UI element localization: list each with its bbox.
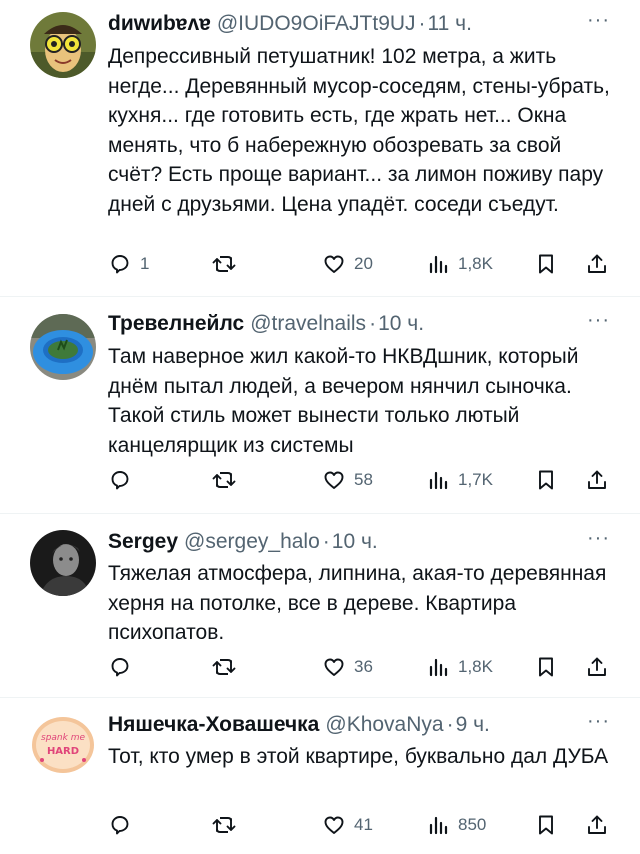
tweet-text: Там наверное жил какой-то НКВДшник, кото… [108,345,579,457]
tweet-text: Тяжелая атмосфера, липнина, акая-то дере… [108,562,607,644]
like-icon [322,655,346,679]
views-count: 1,8K [458,254,493,273]
retweet-button[interactable] [211,810,245,840]
more-options-icon[interactable]: ··· [587,527,610,550]
separator-dot: · [369,312,377,335]
share-icon [585,468,609,492]
like-button[interactable]: 41 [322,810,373,840]
separator-dot: · [446,713,454,736]
user-handle[interactable]: @sergey_halo [184,530,320,554]
like-button[interactable]: 20 [322,249,373,279]
reply-icon [108,655,132,679]
share-button[interactable] [585,249,609,279]
display-name[interactable]: Тревелнейлс [108,312,244,336]
avatar[interactable]: spank me HARD [30,712,96,778]
views-count: 1,7K [458,470,493,489]
share-icon [585,655,609,679]
display-name[interactable]: Sergey [108,530,178,554]
timestamp[interactable]: 10 ч. [378,312,424,336]
bookmark-button[interactable] [535,652,557,682]
avatar[interactable] [30,314,96,380]
retweet-icon [211,468,237,492]
bookmark-icon [535,655,557,679]
like-count: 58 [354,470,373,489]
views-count: 850 [458,815,487,834]
bookmark-button[interactable] [535,249,557,279]
more-options-icon[interactable]: ··· [587,309,610,332]
views-count: 1,8K [458,657,493,676]
like-count: 20 [354,254,373,273]
tweet-header: Sergey @sergey_halo · 10 ч. ··· [108,527,610,557]
like-icon [322,813,346,837]
display-name[interactable]: dиwиbɐʌɐ [108,12,211,36]
timestamp[interactable]: 10 ч. [332,530,378,554]
views-icon [428,813,450,837]
retweet-button[interactable] [211,249,245,279]
user-handle[interactable]: @travelnails [250,312,366,336]
display-name[interactable]: Няшечка-Ховашечка [108,713,319,737]
reply-button[interactable] [108,465,140,495]
timestamp[interactable]: 9 ч. [456,713,490,737]
bookmark-button[interactable] [535,810,557,840]
reply-icon [108,468,132,492]
tweet-text: Депрессивный петушатник! 102 метра, а жи… [108,45,610,216]
reply-button[interactable] [108,652,140,682]
like-count: 36 [354,657,373,676]
share-button[interactable] [585,652,609,682]
avatar[interactable] [30,530,96,596]
share-button[interactable] [585,810,609,840]
separator-dot: · [322,530,330,553]
tweet-header: Тревелнейлс @travelnails · 10 ч. ··· [108,309,610,339]
tweet[interactable]: Тревелнейлс @travelnails · 10 ч. ··· Там… [0,297,640,513]
views-button[interactable]: 1,8K [428,652,493,682]
like-count: 41 [354,815,373,834]
reply-count: 1 [140,254,150,273]
bookmark-icon [535,813,557,837]
like-button[interactable]: 36 [322,652,373,682]
tweet-actions: 58 1,7K [108,465,608,495]
user-handle[interactable]: @IUDO9OiFAJTt9UJ [217,12,416,36]
tweet-actions: 1 20 1,8K [108,249,608,279]
tweet[interactable]: Sergey @sergey_halo · 10 ч. ··· Тяжелая … [0,514,640,697]
avatar[interactable] [30,12,96,78]
share-button[interactable] [585,465,609,495]
avatar-lettering: HARD [47,746,79,757]
tweet[interactable]: spank me HARD Няшечка-Ховашечка @KhovaNy… [0,698,640,854]
tweet-actions: 36 1,8K [108,652,608,682]
retweet-button[interactable] [211,652,245,682]
bookmark-icon [535,468,557,492]
reply-button[interactable] [108,810,140,840]
separator-dot: · [418,12,426,35]
timestamp[interactable]: 11 ч. [428,12,472,36]
user-handle[interactable]: @KhovaNya [325,713,443,737]
tweet-header: dиwиbɐʌɐ @IUDO9OiFAJTt9UJ · 11 ч. ··· [108,9,610,39]
tweet-text: Тот, кто умер в этой квартире, буквально… [108,745,609,768]
retweet-icon [211,655,237,679]
views-button[interactable]: 850 [428,810,486,840]
share-icon [585,813,609,837]
tweet-actions: 41 850 [108,810,608,840]
views-icon [428,655,450,679]
bookmark-button[interactable] [535,465,557,495]
tweet-header: Няшечка-Ховашечка @KhovaNya · 9 ч. ··· [108,710,610,740]
share-icon [585,252,609,276]
retweet-button[interactable] [211,465,245,495]
reply-button[interactable]: 1 [108,249,149,279]
more-options-icon[interactable]: ··· [587,710,610,733]
avatar-lettering: spank me [41,733,85,743]
views-icon [428,468,450,492]
retweet-icon [211,813,237,837]
bookmark-icon [535,252,557,276]
tweet[interactable]: dиwиbɐʌɐ @IUDO9OiFAJTt9UJ · 11 ч. ··· Де… [0,0,640,296]
views-button[interactable]: 1,8K [428,249,493,279]
retweet-icon [211,252,237,276]
views-button[interactable]: 1,7K [428,465,493,495]
like-icon [322,468,346,492]
reply-icon [108,813,132,837]
like-button[interactable]: 58 [322,465,373,495]
like-icon [322,252,346,276]
views-icon [428,252,450,276]
more-options-icon[interactable]: ··· [587,9,610,32]
reply-icon [108,252,132,276]
